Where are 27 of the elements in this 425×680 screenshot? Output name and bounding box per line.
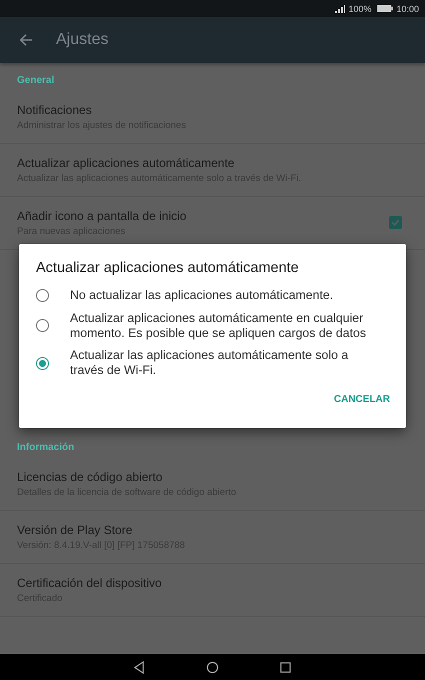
item-title: Añadir icono a pantalla de inicio (17, 208, 188, 222)
screen-title: Ajustes (56, 31, 108, 49)
item-title: Licencias de código abierto (17, 470, 164, 484)
option-label[interactable]: No actualizar las aplicaciones automáticamente. (70, 288, 356, 303)
radio-button[interactable] (36, 288, 49, 302)
item-title: Certificación del dispositivo (17, 576, 163, 590)
item-title: Notificaciones (17, 102, 93, 116)
recents-icon[interactable] (279, 660, 292, 674)
radio-button[interactable] (36, 319, 49, 332)
item-title: Actualizar aplicaciones automáticamente (17, 156, 236, 170)
item-title: Versión de Play Store (17, 522, 134, 536)
dialog-title: Actualizar aplicaciones automáticamente (36, 260, 300, 276)
section-header: General (16, 74, 56, 88)
cancel-button[interactable]: CANCELAR (334, 390, 390, 409)
check-icon (390, 217, 401, 228)
back-icon[interactable] (133, 660, 146, 674)
option-label[interactable]: Actualizar las aplicaciones automáticamente solo a través de Wi-Fi. (70, 348, 390, 378)
radio-button[interactable] (36, 356, 49, 370)
battery-icon (377, 5, 394, 12)
section-header: Información (16, 441, 76, 455)
back-arrow-icon[interactable] (19, 33, 33, 47)
signal-icon (335, 4, 346, 12)
home-icon[interactable] (206, 660, 219, 674)
clock-time: 10:00 (396, 4, 419, 14)
checkbox[interactable] (389, 216, 402, 229)
battery-level: 100% (348, 4, 372, 14)
option-label[interactable]: Actualizar aplicaciones automáticamente en cualquier momento. Es posible que se apliquen cargos de datos (70, 310, 390, 340)
